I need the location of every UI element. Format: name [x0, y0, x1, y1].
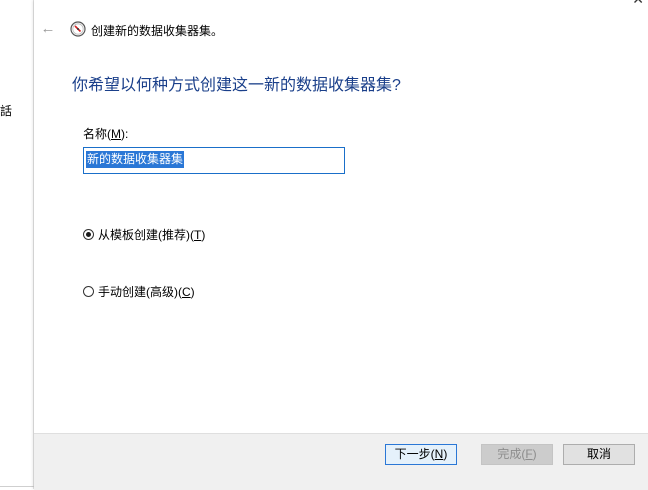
background-window: 話: [0, 0, 33, 489]
next-button-suffix: ): [443, 447, 448, 461]
name-label-suffix: ):: [121, 127, 129, 141]
next-button-prefix: 下一步(: [394, 447, 435, 461]
performance-monitor-icon: [70, 21, 86, 37]
name-field-selected-value: 新的数据收集器集: [86, 151, 185, 168]
radio-from-template-label: 从模板创建(推荐)(T): [98, 226, 205, 243]
cancel-button[interactable]: 取消: [563, 444, 635, 465]
back-arrow-icon[interactable]: ←: [39, 20, 57, 38]
name-label-access-key: M: [111, 127, 121, 141]
radio-label-prefix: 手动创建(高级)(: [98, 285, 182, 299]
background-window-edge: [0, 486, 34, 487]
name-label-prefix: 名称(: [83, 127, 111, 141]
radio-label-prefix: 从模板创建(推荐)(: [98, 228, 194, 242]
radio-label-suffix: ): [201, 228, 206, 242]
finish-button-access-key: F: [525, 447, 533, 461]
create-data-collector-set-wizard: ✕ ← 创建新的数据收集器集。 你希望以何种方式创建这一新的数据收集器集? 名称…: [34, 0, 648, 490]
radio-label-suffix: ): [190, 285, 195, 299]
name-label: 名称(M):: [83, 125, 128, 142]
radio-manual[interactable]: 手动创建(高级)(C): [83, 283, 195, 300]
radio-label-access-key: C: [182, 285, 191, 299]
radio-from-template[interactable]: 从模板创建(推荐)(T): [83, 226, 205, 243]
close-icon[interactable]: ✕: [632, 0, 644, 6]
wizard-title: 创建新的数据收集器集。: [91, 24, 224, 38]
button-bar: 下一步(N) 完成(F) 取消: [34, 433, 648, 490]
finish-button-suffix: ): [532, 447, 537, 461]
finish-button[interactable]: 完成(F): [481, 444, 553, 465]
background-window-text: 話: [0, 104, 13, 118]
radio-button-unchecked[interactable]: [83, 286, 94, 297]
wizard-header: ← 创建新的数据收集器集。: [34, 18, 648, 42]
next-button[interactable]: 下一步(N): [385, 444, 457, 465]
finish-button-prefix: 完成(: [497, 447, 526, 461]
name-field[interactable]: 新的数据收集器集: [83, 147, 345, 174]
radio-button-checked[interactable]: [83, 229, 94, 240]
radio-manual-label: 手动创建(高级)(C): [98, 283, 195, 300]
page-question: 你希望以何种方式创建这一新的数据收集器集?: [72, 77, 401, 94]
